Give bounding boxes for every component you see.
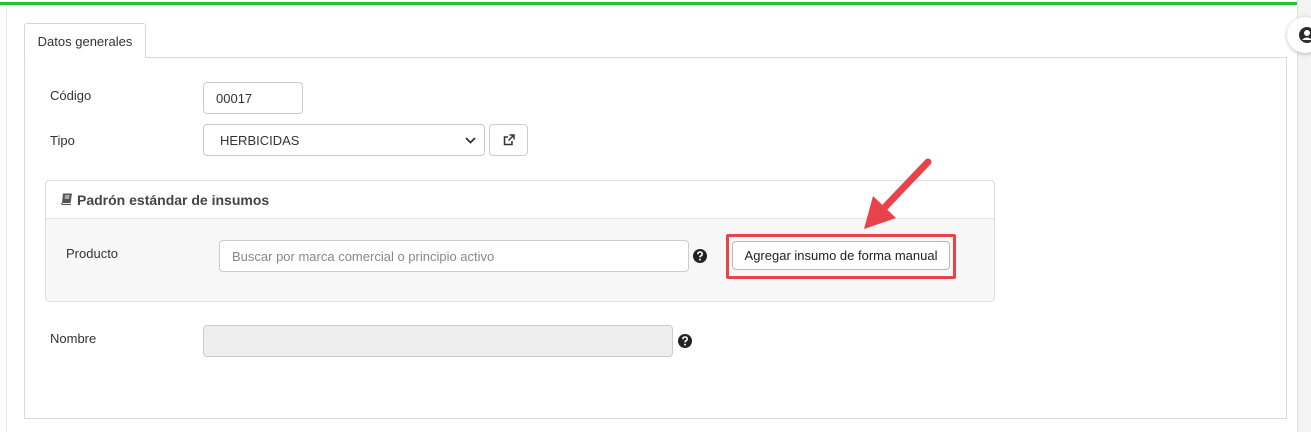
nombre-label: Nombre [50,331,97,346]
question-circle-icon[interactable] [678,334,692,348]
nombre-input[interactable] [203,325,673,357]
tab-datos-generales[interactable]: Datos generales [24,23,146,58]
tab-label: Datos generales [37,33,133,49]
annotation-arrow [864,158,932,229]
